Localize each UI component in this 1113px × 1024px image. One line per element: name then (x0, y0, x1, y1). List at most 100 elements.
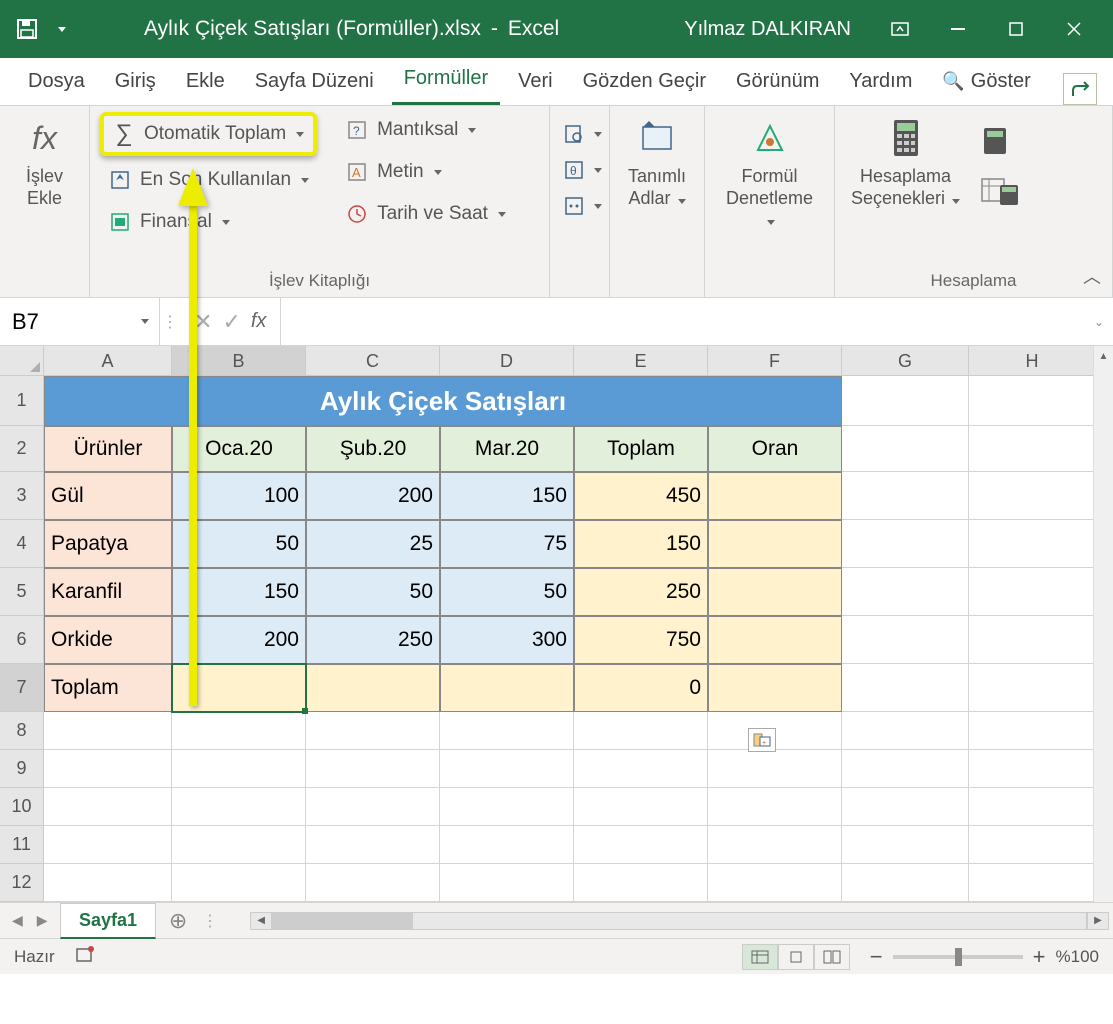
total-ratio[interactable] (708, 664, 842, 712)
cell[interactable] (708, 750, 842, 788)
scroll-left-icon[interactable]: ◀ (250, 912, 272, 930)
cell[interactable] (440, 864, 574, 902)
logical-button[interactable]: ? Mantıksal (337, 112, 514, 148)
cell[interactable] (969, 616, 1096, 664)
normal-view-button[interactable] (742, 944, 778, 970)
defined-names-button[interactable]: Tanımlı Adlar (620, 112, 694, 213)
column-header-F[interactable]: F (708, 346, 842, 376)
header-jan[interactable]: Oca.20 (172, 426, 306, 472)
column-header-E[interactable]: E (574, 346, 708, 376)
cell[interactable] (172, 712, 306, 750)
cell[interactable] (842, 472, 969, 520)
cell[interactable] (969, 520, 1096, 568)
text-button[interactable]: A Metin (337, 154, 514, 190)
cell[interactable] (440, 750, 574, 788)
scroll-thumb[interactable] (273, 913, 413, 929)
cell[interactable] (440, 788, 574, 826)
cell[interactable] (574, 788, 708, 826)
vertical-scrollbar[interactable]: ▲ (1093, 346, 1113, 902)
header-feb[interactable]: Şub.20 (306, 426, 440, 472)
scroll-right-icon[interactable]: ▶ (1087, 912, 1109, 930)
next-sheet-button[interactable]: ▶ (37, 912, 48, 929)
data-cell[interactable]: 75 (440, 520, 574, 568)
page-layout-view-button[interactable] (778, 944, 814, 970)
tab-help[interactable]: Yardım (837, 60, 924, 105)
cell[interactable] (574, 712, 708, 750)
title-cell[interactable]: Aylık Çiçek Satışları (44, 376, 842, 426)
data-cell[interactable]: 200 (306, 472, 440, 520)
name-box[interactable]: B7 (0, 298, 160, 345)
total-mar[interactable] (440, 664, 574, 712)
cell[interactable] (842, 426, 969, 472)
product-name[interactable]: Karanfil (44, 568, 172, 616)
total-feb[interactable] (306, 664, 440, 712)
horizontal-scrollbar[interactable]: ◀ ▶ (246, 912, 1113, 930)
tab-data[interactable]: Veri (506, 60, 564, 105)
row-header-7[interactable]: 7 (0, 664, 44, 712)
cell[interactable] (44, 788, 172, 826)
save-icon[interactable] (10, 13, 44, 45)
cell[interactable] (969, 664, 1096, 712)
cell[interactable] (574, 864, 708, 902)
column-header-B[interactable]: B (172, 346, 306, 376)
cell[interactable] (969, 426, 1096, 472)
cell[interactable] (708, 826, 842, 864)
sheet-tab-1[interactable]: Sayfa1 (60, 903, 156, 939)
cell[interactable] (842, 616, 969, 664)
tab-view[interactable]: Görünüm (724, 60, 831, 105)
cell[interactable] (306, 826, 440, 864)
calc-now-button[interactable] (980, 126, 1020, 161)
calc-sheet-button[interactable] (980, 175, 1020, 210)
data-cell[interactable]: 250 (306, 616, 440, 664)
data-cell[interactable]: 200 (172, 616, 306, 664)
row-header-1[interactable]: 1 (0, 376, 44, 426)
minimize-button[interactable] (929, 0, 987, 58)
collapse-ribbon-button[interactable]: ︿ (1083, 263, 1101, 289)
grand-total[interactable]: 0 (574, 664, 708, 712)
scroll-track[interactable] (272, 912, 1087, 930)
autosum-button[interactable]: ∑ Otomatik Toplam (100, 112, 317, 156)
total-label[interactable]: Toplam (44, 664, 172, 712)
column-header-D[interactable]: D (440, 346, 574, 376)
product-name[interactable]: Gül (44, 472, 172, 520)
cell[interactable] (969, 864, 1096, 902)
ratio-cell[interactable] (708, 472, 842, 520)
row-header-4[interactable]: 4 (0, 520, 44, 568)
cell[interactable] (969, 826, 1096, 864)
zoom-thumb[interactable] (955, 948, 962, 966)
math-button[interactable]: θ (560, 152, 599, 188)
insert-function-button[interactable]: fx İşlev Ekle (10, 112, 79, 213)
row-header-5[interactable]: 5 (0, 568, 44, 616)
maximize-button[interactable] (987, 0, 1045, 58)
cell[interactable] (842, 750, 969, 788)
total-cell[interactable]: 150 (574, 520, 708, 568)
lookup-button[interactable] (560, 116, 599, 152)
tab-search[interactable]: 🔍Göster (930, 60, 1042, 105)
cell[interactable] (842, 712, 969, 750)
more-fn-button[interactable] (560, 188, 599, 224)
cell[interactable] (842, 520, 969, 568)
cell[interactable] (842, 568, 969, 616)
select-all-button[interactable] (0, 346, 44, 376)
data-cell[interactable]: 100 (172, 472, 306, 520)
selected-cell-b7[interactable] (172, 664, 306, 712)
tab-insert[interactable]: Ekle (174, 60, 237, 105)
cell[interactable] (172, 826, 306, 864)
cell[interactable] (44, 750, 172, 788)
cell[interactable] (440, 712, 574, 750)
tab-file[interactable]: Dosya (16, 60, 97, 105)
zoom-out-button[interactable]: − (870, 944, 883, 970)
cell[interactable] (969, 472, 1096, 520)
cell[interactable] (172, 750, 306, 788)
macro-record-button[interactable] (75, 945, 97, 968)
row-header-10[interactable]: 10 (0, 788, 44, 826)
ratio-cell[interactable] (708, 616, 842, 664)
datetime-button[interactable]: Tarih ve Saat (337, 196, 514, 232)
data-cell[interactable]: 150 (440, 472, 574, 520)
zoom-in-button[interactable]: + (1033, 944, 1046, 970)
row-header-11[interactable]: 11 (0, 826, 44, 864)
data-cell[interactable]: 50 (440, 568, 574, 616)
total-cell[interactable]: 750 (574, 616, 708, 664)
product-name[interactable]: Papatya (44, 520, 172, 568)
product-name[interactable]: Orkide (44, 616, 172, 664)
